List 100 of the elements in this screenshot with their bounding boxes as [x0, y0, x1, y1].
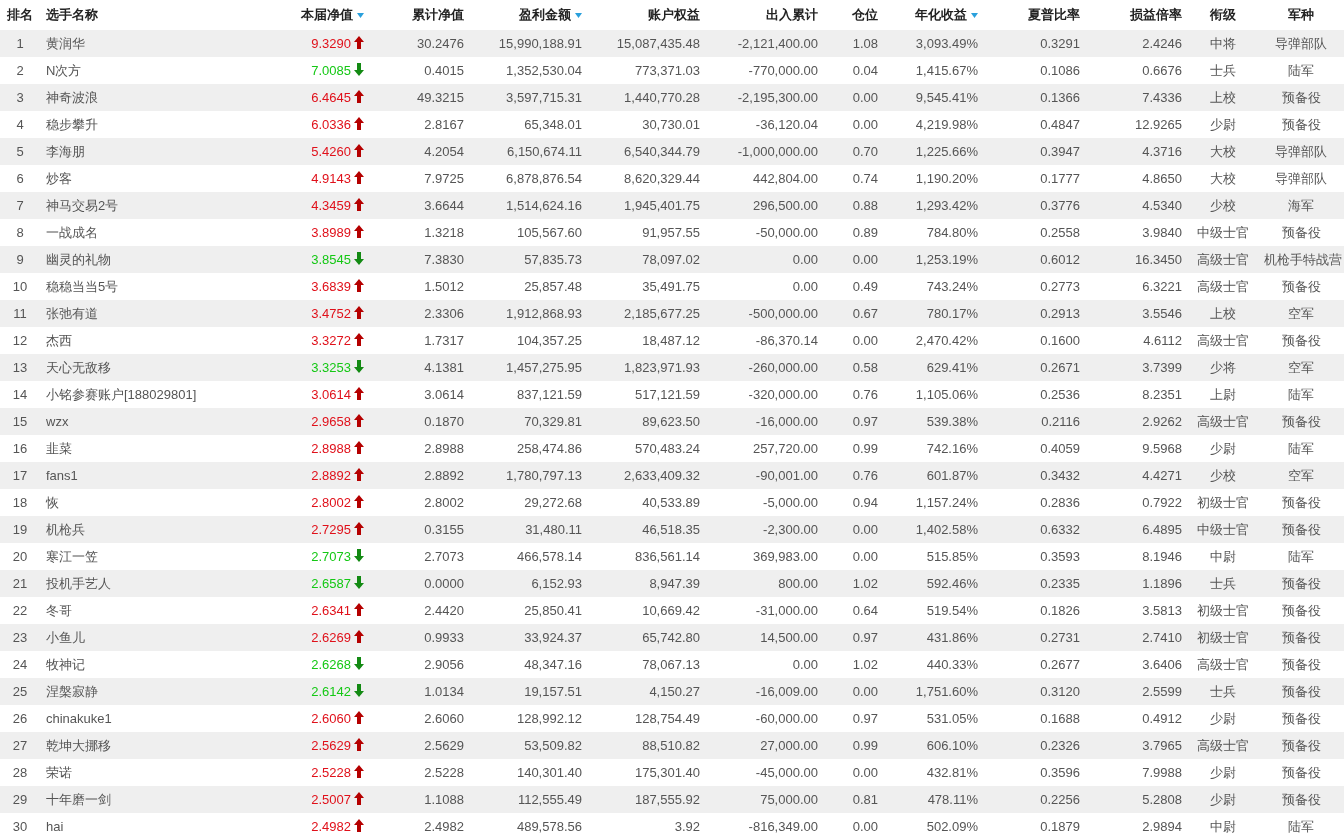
table-cell: 0.99 [852, 738, 878, 753]
table-cell: 0.7922 [1142, 495, 1182, 510]
table-cell: 478.11% [927, 792, 978, 807]
table-cell: 0.3432 [1040, 468, 1080, 483]
table-cell: 1.3218 [424, 225, 464, 240]
table-cell: 27,000.00 [760, 738, 818, 753]
column-header[interactable]: 盈利金额 [519, 6, 582, 24]
table-cell: 张弛有道 [46, 305, 98, 321]
column-header[interactable]: 累计净值 [412, 6, 464, 24]
table-cell: 8,947.39 [649, 576, 700, 591]
table-cell: 128,992.12 [516, 711, 582, 726]
table-cell: 2.5629 [424, 738, 464, 753]
column-header[interactable]: 排名 [7, 6, 33, 24]
column-header[interactable]: 衔级 [1210, 6, 1236, 24]
table-cell: 515.85% [926, 549, 978, 564]
table-cell: 29 [12, 792, 28, 807]
table-cell: 187,555.92 [634, 792, 700, 807]
table-cell: 0.00 [852, 549, 878, 564]
table-cell: 0.2256 [1040, 792, 1080, 807]
column-header[interactable]: 账户权益 [648, 6, 700, 24]
table-cell: 陆军 [1288, 818, 1314, 834]
table-cell: 7.3830 [424, 252, 464, 267]
table-cell: 0.1688 [1040, 711, 1080, 726]
table-cell: 33,924.37 [524, 630, 582, 645]
table-cell: 7.9988 [1142, 765, 1182, 780]
table-cell: 2,633,409.32 [624, 468, 700, 483]
table-cell: 466,578.14 [516, 549, 582, 564]
table-cell: 16.3450 [1135, 252, 1182, 267]
table-cell: 49.3215 [417, 90, 464, 105]
table-cell: 592.46% [926, 576, 978, 591]
table-cell: 中将 [1210, 35, 1236, 51]
column-header[interactable]: 年化收益 [915, 6, 978, 24]
table-cell: 少尉 [1210, 440, 1236, 456]
table-cell: 中级士官 [1197, 521, 1249, 537]
table-cell: -5,000.00 [763, 495, 818, 510]
table-cell: 22 [12, 603, 28, 618]
table-cell: 7 [16, 198, 24, 213]
table-cell: 10,669.42 [642, 603, 700, 618]
table-cell: 0.6332 [1040, 522, 1080, 537]
table-cell: 296,500.00 [752, 198, 818, 213]
table-cell: 空军 [1288, 467, 1314, 483]
table-cell: 预备役 [1281, 629, 1321, 645]
table-cell: 65,348.01 [524, 117, 582, 132]
table-cell: 士兵 [1210, 683, 1236, 699]
table-cell: 陆军 [1288, 440, 1314, 456]
table-cell: 369,983.00 [752, 549, 818, 564]
table-cell: 6.4645 [311, 90, 351, 105]
table-cell: 预备役 [1281, 656, 1321, 672]
table-cell: 3.6839 [311, 279, 351, 294]
table-cell: 3.5546 [1142, 306, 1182, 321]
table-cell: 高级士官 [1197, 413, 1249, 429]
table-cell: 3.7965 [1142, 738, 1182, 753]
table-cell: 4.3459 [311, 198, 351, 213]
column-header[interactable]: 出入累计 [766, 6, 818, 24]
table-cell: 预备役 [1281, 332, 1321, 348]
sort-caret-icon[interactable] [357, 12, 364, 18]
table-cell: 140,301.40 [516, 765, 582, 780]
table-cell: 2.6060 [424, 711, 464, 726]
table-cell: 1,751.60% [915, 684, 978, 699]
table-cell: 4.2054 [424, 144, 464, 159]
table-cell: 3.9840 [1142, 225, 1182, 240]
column-header[interactable]: 选手名称 [46, 6, 98, 24]
table-cell: 257,720.00 [752, 441, 818, 456]
table-cell: 1,440,770.28 [624, 90, 700, 105]
column-header[interactable]: 军种 [1288, 6, 1314, 24]
table-cell: 0.2677 [1040, 657, 1080, 672]
table-cell: 0.67 [852, 306, 878, 321]
column-header[interactable]: 仓位 [852, 6, 878, 24]
table-cell: 0.00 [852, 522, 878, 537]
column-header[interactable]: 本届净值 [301, 6, 364, 24]
table-cell: 预备役 [1281, 278, 1321, 294]
table-cell: 初级士官 [1197, 602, 1249, 618]
table-cell: 涅槃寂静 [46, 683, 98, 699]
table-cell: 6,152.93 [531, 576, 582, 591]
table-cell: 2.5629 [311, 738, 351, 753]
table-cell: 0.1086 [1040, 63, 1080, 78]
table-cell: 预备役 [1281, 116, 1321, 132]
sort-caret-icon[interactable] [575, 12, 582, 18]
table-cell: 12.9265 [1135, 117, 1182, 132]
table-cell: 0.2731 [1040, 630, 1080, 645]
table-cell: 陆军 [1288, 62, 1314, 78]
table-cell: 0.97 [852, 630, 878, 645]
table-cell: 中尉 [1210, 548, 1236, 564]
table-cell: 导弹部队 [1275, 35, 1327, 51]
table-cell: 440.33% [926, 657, 978, 672]
table-cell: 432.81% [926, 765, 978, 780]
column-header[interactable]: 夏普比率 [1028, 6, 1080, 24]
sort-caret-icon[interactable] [971, 12, 978, 18]
table-cell: 2.8988 [311, 441, 351, 456]
table-cell: 0.04 [852, 63, 878, 78]
table-cell: 6.3221 [1142, 279, 1182, 294]
table-cell: 预备役 [1281, 575, 1321, 591]
table-cell: 489,578.56 [516, 819, 582, 834]
table-cell: 14 [12, 387, 28, 402]
table-cell: 预备役 [1281, 521, 1321, 537]
table-cell: 3,597,715.31 [506, 90, 582, 105]
table-cell: 65,742.80 [642, 630, 700, 645]
table-cell: 小铭参赛账户[188029801] [46, 386, 197, 402]
table-cell: 0.76 [852, 387, 878, 402]
column-header[interactable]: 损益倍率 [1130, 6, 1182, 24]
